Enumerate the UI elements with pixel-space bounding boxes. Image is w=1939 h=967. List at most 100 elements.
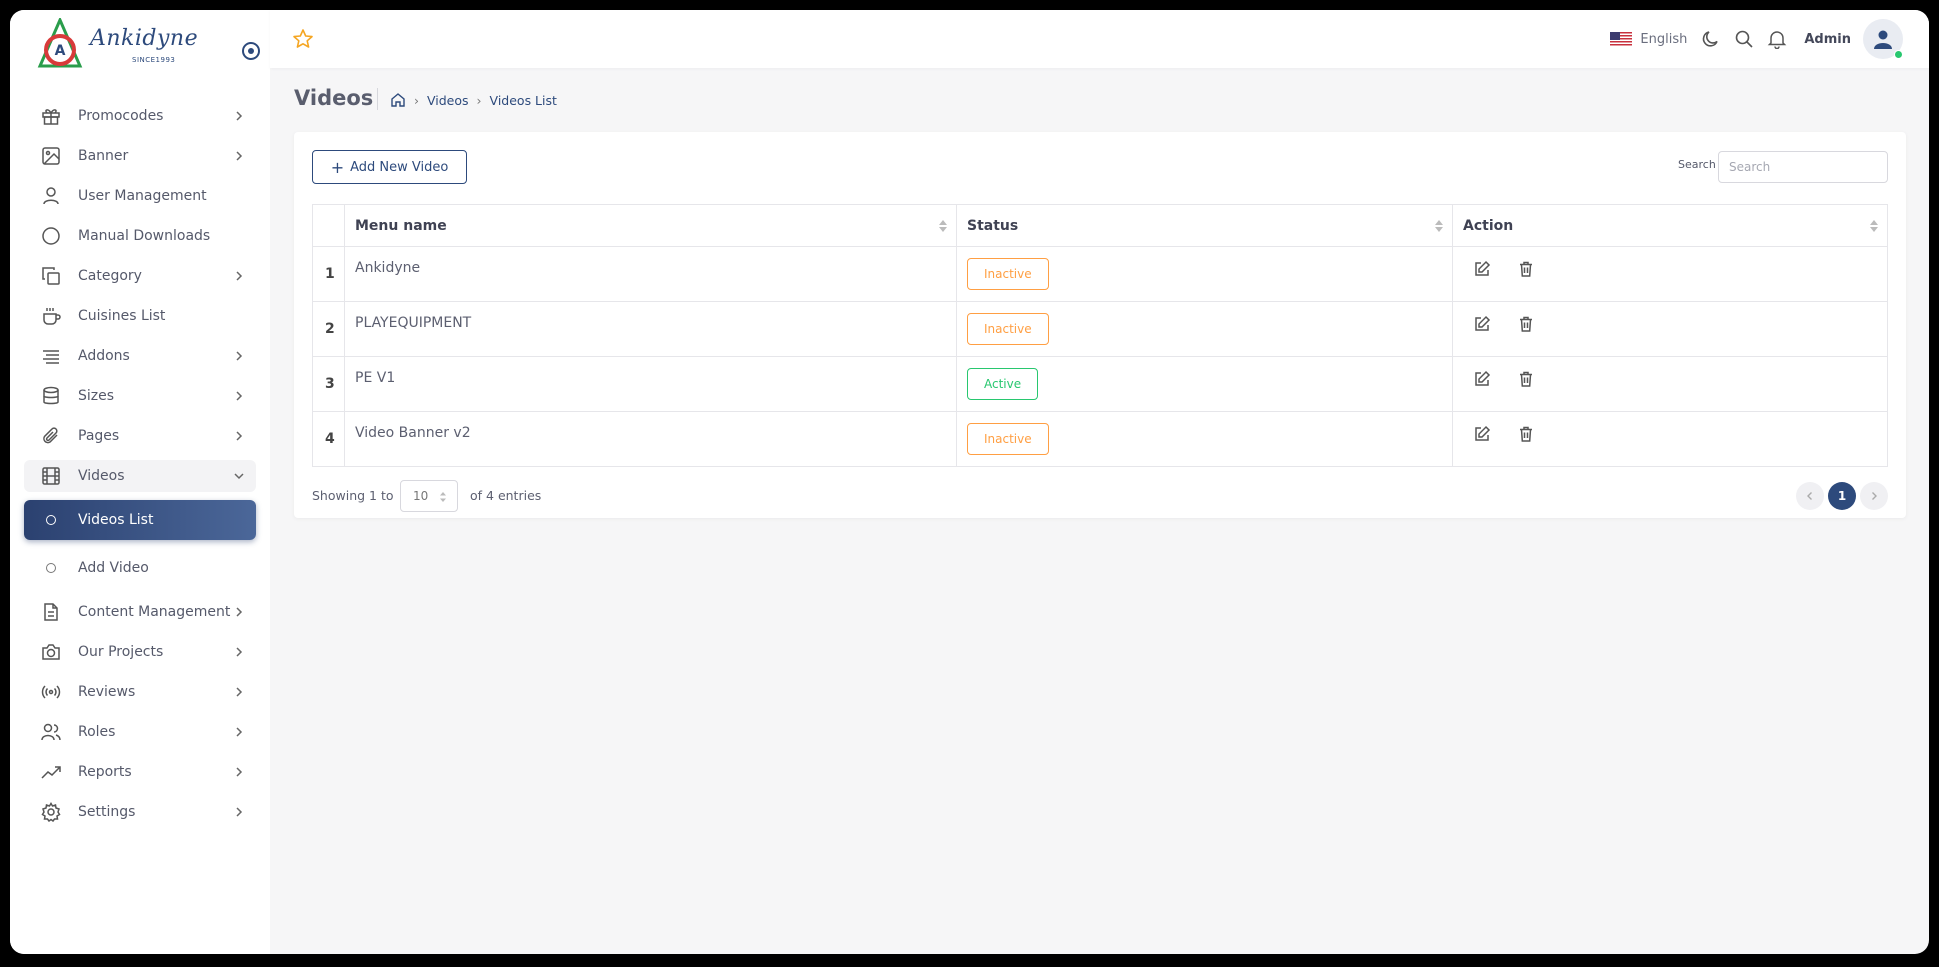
chevron-right-icon	[236, 391, 243, 401]
database-icon	[40, 385, 62, 407]
sidebar-item-pages[interactable]: Pages	[24, 420, 256, 452]
status-badge[interactable]: Active	[967, 368, 1039, 400]
sidebar-item-label: Pages	[78, 428, 120, 444]
page-title: Videos	[294, 86, 374, 110]
ankidyne-logo-icon: A	[37, 18, 83, 68]
sidebar-item-label: Reviews	[78, 684, 136, 700]
brand-logo[interactable]: A Ankidyne SINCE1993	[34, 16, 264, 72]
sidebar-item-banner[interactable]: Banner	[24, 140, 256, 172]
users-icon	[40, 721, 62, 743]
chevron-right-icon	[236, 647, 243, 657]
next-page-button[interactable]	[1860, 482, 1888, 510]
sidebar-item-user-management[interactable]: User Management	[24, 180, 256, 212]
row-number: 1	[312, 246, 345, 302]
edit-icon[interactable]	[1473, 425, 1491, 443]
status-badge[interactable]: Inactive	[967, 258, 1049, 290]
status-cell: Active	[956, 356, 1453, 412]
breadcrumb-videos[interactable]: Videos	[427, 93, 469, 108]
sort-icon[interactable]	[938, 218, 948, 234]
delete-icon[interactable]	[1517, 370, 1535, 388]
status-cell: Inactive	[956, 246, 1453, 302]
sidebar-item-addons[interactable]: Addons	[24, 340, 256, 372]
add-new-video-label: Add New Video	[350, 159, 449, 175]
sidebar-item-reports[interactable]: Reports	[24, 756, 256, 788]
delete-icon[interactable]	[1517, 315, 1535, 333]
updown-icon	[440, 492, 446, 502]
action-cell	[1452, 356, 1888, 412]
online-status-dot	[1894, 50, 1903, 59]
star-icon[interactable]	[292, 28, 314, 50]
sidebar-item-label: Banner	[78, 148, 129, 164]
delete-icon[interactable]	[1517, 425, 1535, 443]
avatar[interactable]	[1863, 19, 1903, 59]
us-flag-icon[interactable]	[1610, 31, 1633, 47]
row-number: 4	[312, 411, 345, 467]
video-name: PLAYEQUIPMENT	[355, 315, 472, 331]
action-cell	[1452, 301, 1888, 357]
brand-tagline: SINCE1993	[132, 56, 176, 64]
sort-icon[interactable]	[1434, 218, 1444, 234]
edit-icon[interactable]	[1473, 315, 1491, 333]
camera-icon	[40, 641, 62, 663]
status-cell: Inactive	[956, 411, 1453, 467]
search-icon[interactable]	[1734, 29, 1754, 49]
sidebar-item-label: Add Video	[78, 560, 149, 576]
search-input[interactable]	[1718, 151, 1888, 183]
sidebar-item-label: User Management	[78, 188, 207, 204]
breadcrumb-videos-list[interactable]: Videos List	[490, 93, 557, 108]
coffee-icon	[40, 305, 62, 327]
sidebar-item-videos-list[interactable]: Videos List	[24, 500, 256, 540]
status-badge[interactable]: Inactive	[967, 313, 1049, 345]
home-icon[interactable]	[390, 92, 406, 108]
sidebar-item-reviews[interactable]: Reviews	[24, 676, 256, 708]
delete-icon[interactable]	[1517, 260, 1535, 278]
table-row: 2 PLAYEQUIPMENT Inactive	[312, 301, 1888, 357]
page-size-select[interactable]: 10	[400, 480, 458, 512]
chevron-left-icon	[1807, 492, 1812, 500]
moon-icon[interactable]	[1701, 29, 1721, 49]
column-header-menu-name[interactable]: Menu name	[344, 204, 957, 247]
sidebar-item-settings[interactable]: Settings	[24, 796, 256, 828]
trending-up-icon	[40, 761, 62, 783]
broadcast-icon	[40, 681, 62, 703]
sidebar-menu: Promocodes Banner User Management Manual…	[24, 100, 256, 836]
prev-page-button[interactable]	[1796, 482, 1824, 510]
sidebar-item-cuisines-list[interactable]: Cuisines List	[24, 300, 256, 332]
sidebar-item-sizes[interactable]: Sizes	[24, 380, 256, 412]
sidebar-item-manual-downloads[interactable]: Manual Downloads	[24, 220, 256, 252]
sidebar-item-videos[interactable]: Videos	[24, 460, 256, 492]
sidebar-item-label: Cuisines List	[78, 308, 166, 324]
sidebar-toggle-icon[interactable]	[240, 40, 262, 62]
table-footer: Showing 1 to 10 of 4 entries 1	[312, 480, 1888, 516]
edit-icon[interactable]	[1473, 260, 1491, 278]
brand-name: Ankidyne	[90, 26, 199, 51]
user-name[interactable]: Admin	[1804, 32, 1851, 47]
paperclip-icon	[40, 425, 62, 447]
column-header-action[interactable]: Action	[1452, 204, 1888, 247]
sidebar-item-add-video[interactable]: Add Video	[24, 548, 256, 588]
chevron-right-icon	[236, 151, 243, 161]
table-row: 4 Video Banner v2 Inactive	[312, 411, 1888, 467]
sidebar-item-promocodes[interactable]: Promocodes	[24, 100, 256, 132]
breadcrumb-separator: ›	[414, 92, 419, 108]
sidebar-item-category[interactable]: Category	[24, 260, 256, 292]
column-header-status[interactable]: Status	[956, 204, 1453, 247]
file-icon	[40, 601, 62, 623]
chevron-right-icon	[236, 431, 243, 441]
page-button-current[interactable]: 1	[1828, 482, 1856, 510]
chevron-right-icon	[236, 607, 243, 617]
sidebar-item-label: Manual Downloads	[78, 228, 211, 244]
edit-icon[interactable]	[1473, 370, 1491, 388]
sort-icon[interactable]	[1869, 218, 1879, 234]
chevron-right-icon	[236, 807, 243, 817]
chevron-right-icon	[1872, 492, 1877, 500]
sidebar-item-label: Videos	[78, 468, 125, 484]
bell-icon[interactable]	[1767, 29, 1787, 49]
add-new-video-button[interactable]: + Add New Video	[312, 150, 467, 184]
sidebar-item-our-projects[interactable]: Our Projects	[24, 636, 256, 668]
status-badge[interactable]: Inactive	[967, 423, 1049, 455]
sidebar-item-roles[interactable]: Roles	[24, 716, 256, 748]
pagination: 1	[1796, 480, 1888, 512]
sidebar-item-content-management[interactable]: Content Management	[24, 596, 256, 628]
language-selector[interactable]: English	[1640, 32, 1687, 47]
